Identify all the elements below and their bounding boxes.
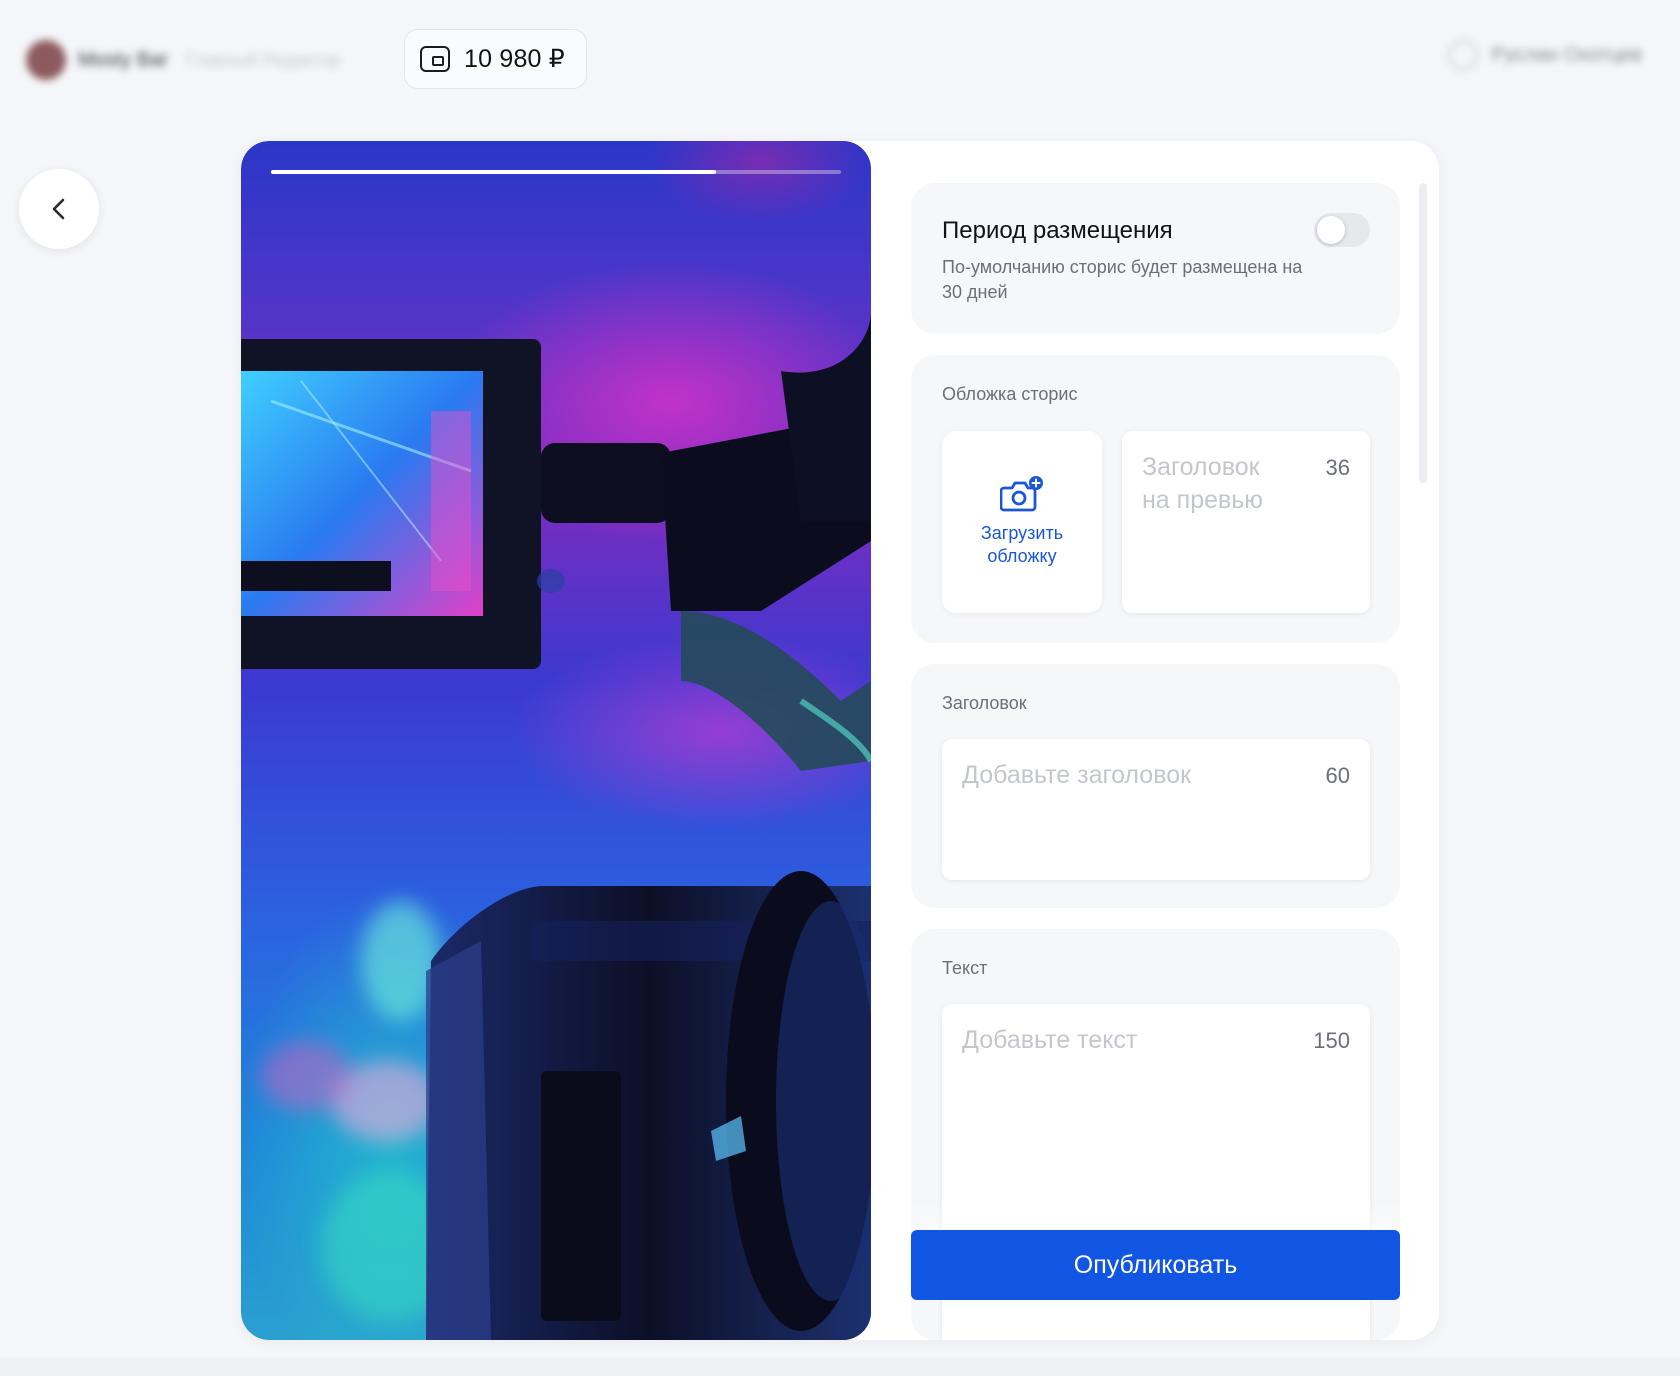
form-scrollbar[interactable]: [1419, 183, 1427, 483]
page-bottom-edge: [0, 1358, 1680, 1376]
user-subtitle: Главный Редактор: [186, 49, 341, 70]
period-section: Период размещения По-умолчанию сторис бу…: [911, 183, 1400, 334]
period-description: По-умолчанию сторис будет размещена на 3…: [942, 257, 1303, 302]
story-progress-bar: [271, 170, 841, 174]
camera-photo: [241, 311, 871, 1340]
account-icon: [1447, 40, 1478, 70]
camera-add-icon: [1000, 476, 1043, 512]
wallet-icon: [420, 46, 450, 72]
account-menu[interactable]: Руслан Охотцев: [1447, 40, 1642, 70]
publish-button[interactable]: Опубликовать: [911, 1230, 1400, 1300]
title-placeholder: Добавьте заголовок: [962, 761, 1192, 789]
story-settings-form: Период размещения По-умолчанию сторис бу…: [911, 141, 1439, 1340]
user-name: Mosty Bar: [78, 48, 169, 71]
title-field[interactable]: Добавьте заголовок 60: [942, 739, 1370, 880]
toggle-knob: [1317, 216, 1345, 244]
title-label: Заголовок: [942, 693, 1027, 713]
avatar: [26, 40, 66, 80]
period-toggle[interactable]: [1314, 213, 1370, 247]
title-counter: 60: [1325, 763, 1350, 788]
text-counter: 150: [1313, 1028, 1350, 1053]
preview-title-placeholder: Заголовок на превью: [1142, 453, 1264, 514]
title-section: Заголовок Добавьте заголовок 60: [911, 664, 1400, 908]
account-name: Руслан Охотцев: [1491, 43, 1642, 66]
back-button[interactable]: [19, 169, 99, 249]
user-profile[interactable]: Mosty Bar Главный Редактор: [26, 38, 340, 82]
period-title: Период размещения: [942, 217, 1173, 244]
upload-cover-button[interactable]: Загрузить обложку: [942, 431, 1102, 613]
chevron-left-icon: [52, 198, 65, 220]
cover-section: Обложка сторис Загрузить обложку Заголов…: [911, 355, 1400, 643]
preview-title-counter: 36: [1325, 455, 1350, 480]
story-preview: [241, 141, 871, 1340]
balance-badge[interactable]: 10 980 ₽: [404, 29, 587, 89]
preview-title-field[interactable]: Заголовок на превью 36: [1122, 431, 1370, 613]
balance-amount: 10 980 ₽: [464, 45, 565, 73]
text-label: Текст: [942, 958, 988, 978]
upload-cover-label: Загрузить обложку: [980, 523, 1064, 566]
story-editor-card: Период размещения По-умолчанию сторис бу…: [241, 141, 1439, 1340]
story-progress-fill: [271, 170, 716, 174]
text-placeholder: Добавьте текст: [962, 1026, 1138, 1054]
cover-label: Обложка сторис: [942, 384, 1078, 404]
top-bar: Mosty Bar Главный Редактор 10 980 ₽ Русл…: [0, 0, 1680, 118]
